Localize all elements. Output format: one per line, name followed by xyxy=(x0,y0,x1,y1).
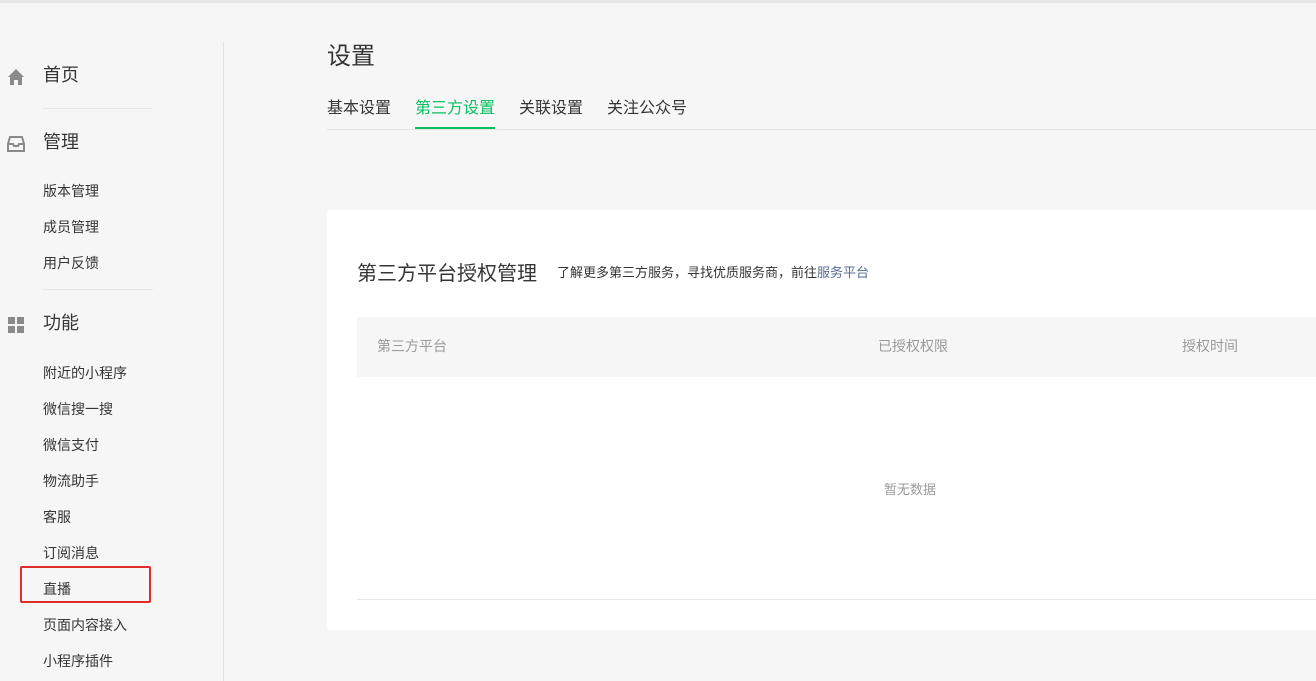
sidebar-item-features[interactable]: 功能 xyxy=(0,304,223,344)
sidebar-divider xyxy=(223,42,224,681)
card-description-text: 了解更多第三方服务，寻找优质服务商，前往 xyxy=(557,266,818,281)
tab-linked-settings[interactable]: 关联设置 xyxy=(519,98,583,118)
table-bottom-border xyxy=(357,599,1316,600)
sidebar-item-subscribe[interactable]: 订阅消息 xyxy=(43,545,99,563)
grid-icon xyxy=(7,316,25,334)
sidebar-item-version[interactable]: 版本管理 xyxy=(43,183,99,201)
sidebar-item-search[interactable]: 微信搜一搜 xyxy=(43,401,113,419)
divider xyxy=(43,289,153,290)
third-party-auth-card: 第三方平台授权管理 了解更多第三方服务，寻找优质服务商，前往服务平台 第三方平台… xyxy=(327,210,1316,630)
sidebar-item-manage[interactable]: 管理 xyxy=(0,123,223,163)
sidebar-item-customer-service[interactable]: 客服 xyxy=(43,509,71,527)
tabs-divider xyxy=(327,129,1316,130)
sidebar-item-label: 首页 xyxy=(43,65,79,86)
sidebar-item-label: 功能 xyxy=(43,313,79,334)
sidebar-item-feedback[interactable]: 用户反馈 xyxy=(43,255,99,273)
sidebar-item-label: 管理 xyxy=(43,132,79,153)
highlight-box xyxy=(20,566,151,603)
sidebar-item-plugins[interactable]: 小程序插件 xyxy=(43,653,113,671)
column-header-platform: 第三方平台 xyxy=(377,339,447,355)
tab-basic-settings[interactable]: 基本设置 xyxy=(327,98,391,118)
home-icon xyxy=(7,68,25,86)
divider xyxy=(43,108,153,109)
page-title: 设置 xyxy=(327,42,375,70)
tab-third-party-settings[interactable]: 第三方设置 xyxy=(415,98,495,118)
column-header-auth-time: 授权时间 xyxy=(1182,339,1238,355)
card-description: 了解更多第三方服务，寻找优质服务商，前往服务平台 xyxy=(557,265,869,283)
sidebar-item-nearby[interactable]: 附近的小程序 xyxy=(43,365,127,383)
empty-state-text: 暂无数据 xyxy=(884,483,937,498)
sidebar-item-pay[interactable]: 微信支付 xyxy=(43,437,99,455)
column-header-permissions: 已授权权限 xyxy=(878,339,948,355)
card-title: 第三方平台授权管理 xyxy=(357,261,537,285)
sidebar-item-members[interactable]: 成员管理 xyxy=(43,219,99,237)
inbox-icon xyxy=(7,135,25,153)
sidebar-item-home[interactable]: 首页 xyxy=(0,56,223,96)
tab-follow-official-account[interactable]: 关注公众号 xyxy=(607,98,687,118)
sidebar-item-page-content[interactable]: 页面内容接入 xyxy=(43,617,127,635)
service-platform-link[interactable]: 服务平台 xyxy=(817,266,869,281)
sidebar-item-logistics[interactable]: 物流助手 xyxy=(43,473,99,491)
table-header: 第三方平台 已授权权限 授权时间 xyxy=(357,317,1316,377)
